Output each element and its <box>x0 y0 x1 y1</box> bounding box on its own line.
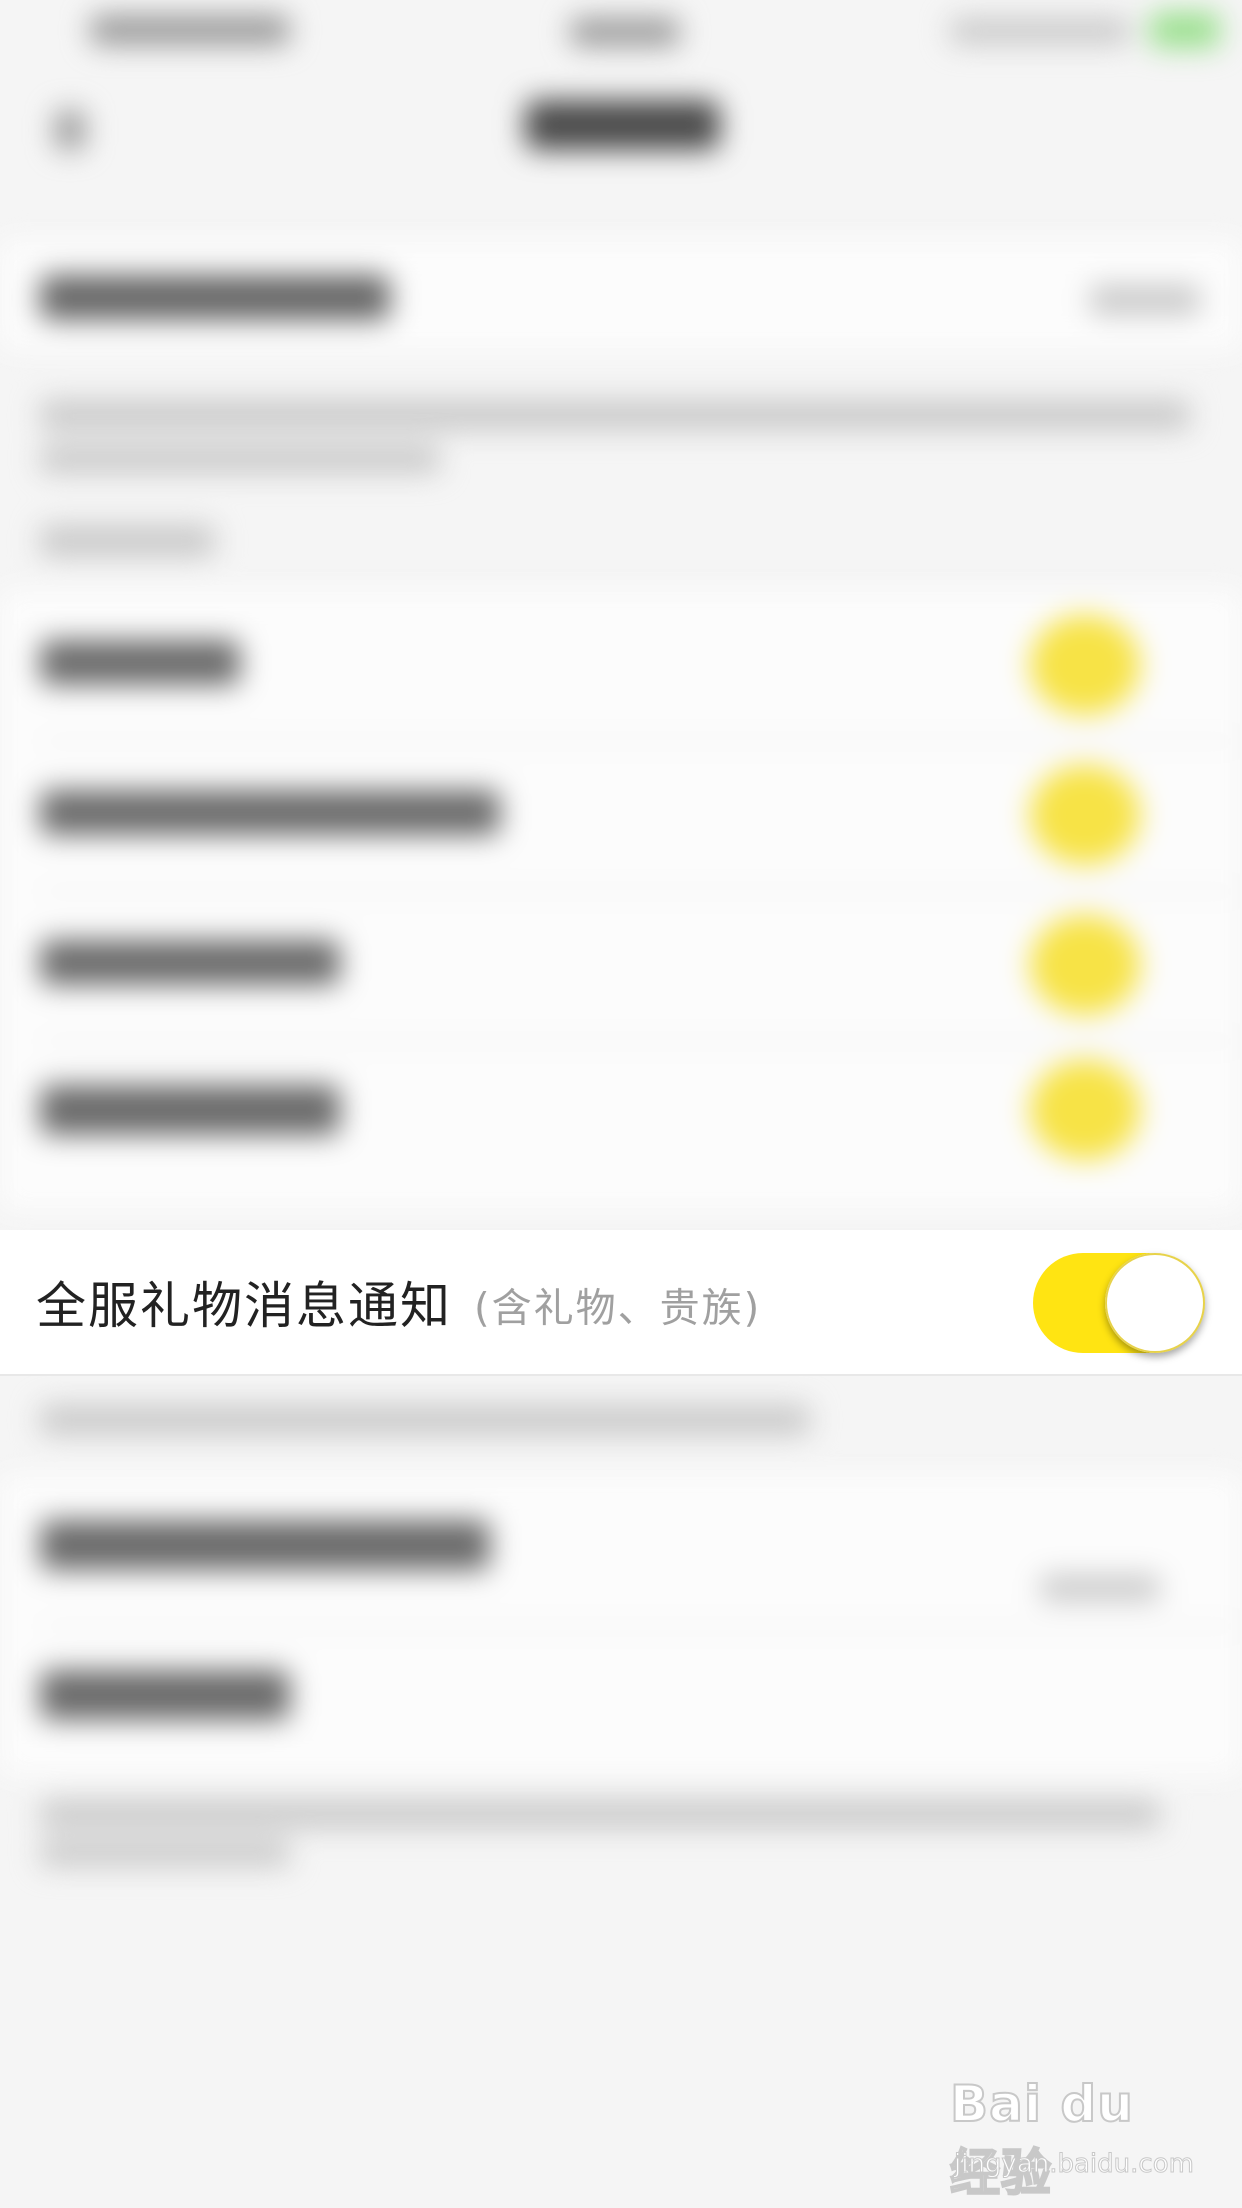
gift-notification-label: 全服礼物消息通知 <box>36 1277 452 1335</box>
footnote-line-1-blur <box>40 1800 1160 1828</box>
row-separator-3 <box>40 1040 1242 1043</box>
baidu-jingyan-watermark: Bai du 经验 jingyan.baidu.com <box>949 2074 1200 2203</box>
gift-notification-row: 全服礼物消息通知 (含礼物、贵族) <box>0 1230 1242 1376</box>
status-bar-left-blur <box>90 15 290 45</box>
row2-toggle-blur <box>1030 765 1140 865</box>
row-separator-4 <box>40 1625 1242 1628</box>
status-bar-center-blur <box>570 18 680 46</box>
description-line-1-blur <box>40 400 1190 430</box>
watermark-brand: Bai du 经验 <box>949 2074 1134 2203</box>
row2-label-blur <box>40 790 500 835</box>
status-bar-right-blur <box>950 18 1130 44</box>
back-icon-blur <box>55 110 85 150</box>
note-line-blur <box>40 1405 810 1435</box>
row5-value-blur <box>1040 1575 1160 1601</box>
row6-label-blur <box>40 1670 290 1720</box>
section1-value-blur <box>1090 285 1200 315</box>
section-panel-1 <box>0 240 1242 350</box>
row4-toggle-blur <box>1030 1060 1140 1160</box>
watermark-url: jingyan.baidu.com <box>954 2149 1195 2180</box>
row5-label-blur <box>40 1520 490 1570</box>
footnote-line-2-blur <box>40 1840 290 1866</box>
blurred-background <box>0 0 1242 2208</box>
toggle-knob[interactable] <box>1105 1253 1205 1353</box>
nav-title-blur <box>525 100 720 150</box>
section1-title-blur <box>40 275 390 320</box>
row-separator-2 <box>40 890 1242 893</box>
section-panel-3 <box>0 1475 1242 1775</box>
description-line-2-blur <box>40 445 440 473</box>
row4-label-blur <box>40 1085 340 1135</box>
row3-toggle-blur <box>1030 915 1140 1015</box>
row1-toggle-blur <box>1030 615 1140 715</box>
group-header-blur <box>40 525 215 557</box>
row3-label-blur <box>40 940 340 985</box>
gift-notification-sublabel: (含礼物、贵族) <box>474 1285 762 1332</box>
row1-label-blur <box>40 640 240 685</box>
battery-blur <box>1150 12 1220 48</box>
gift-notification-toggle[interactable] <box>1033 1253 1205 1353</box>
section-panel-2 <box>0 590 1242 1210</box>
row-separator-1 <box>40 740 1242 743</box>
